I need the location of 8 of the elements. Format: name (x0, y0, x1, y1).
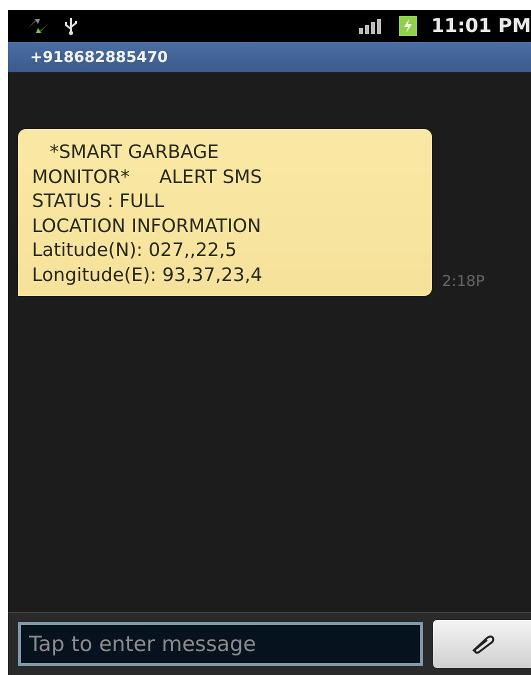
clock-text: 11:01 PM (431, 15, 531, 37)
message-input[interactable]: Tap to enter message (18, 622, 423, 666)
usb-icon (64, 17, 78, 35)
message-bubble: *SMART GARBAGE MONITOR* ALERT SMS STATUS : FULL LOCATION INFORMATION Latitude(N): 027,,22,5 Longitude(E): 93,37,23,4 (18, 129, 432, 296)
contact-number: +918682885470 (30, 48, 168, 66)
message-time: 2:18P (442, 272, 485, 292)
battery-charging-icon (399, 16, 418, 36)
attach-button[interactable] (433, 620, 531, 668)
